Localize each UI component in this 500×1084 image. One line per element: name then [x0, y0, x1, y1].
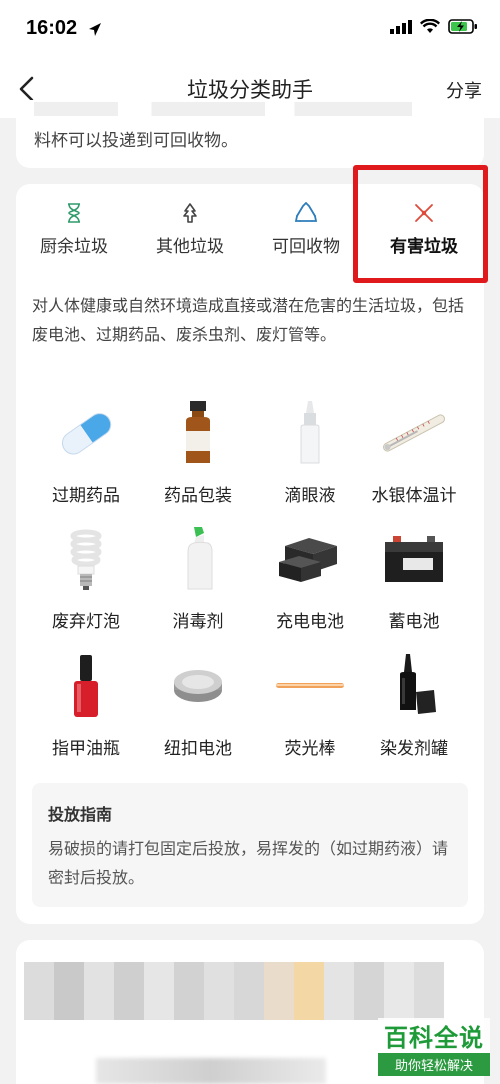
signal-icon	[390, 19, 412, 34]
recycle-outline-icon	[183, 203, 197, 223]
item-button-battery[interactable]: 纽扣电池	[140, 648, 256, 759]
item-hair-dye-can[interactable]: 染发剂罐	[356, 648, 472, 759]
item-label: 荧光棒	[284, 739, 336, 759]
previous-card-text: 料杯可以投递到可回收物。	[34, 131, 238, 151]
status-bar: 16:02	[0, 0, 500, 60]
tab-kitchen-waste[interactable]: 厨余垃圾	[16, 202, 132, 272]
guide-text: 易破损的请打包固定后投放，易挥发的（如过期药液）请密封后投放。	[48, 839, 449, 887]
disposal-guide: 投放指南 易破损的请打包固定后投放，易挥发的（如过期药液）请密封后投放。	[32, 783, 468, 907]
item-label: 药品包装	[164, 486, 232, 506]
item-label: 水银体温计	[371, 486, 457, 506]
wifi-icon	[420, 19, 440, 33]
previous-result-card: 料杯可以投递到可回收物。	[16, 100, 484, 168]
eye-drop-bottle-icon	[300, 401, 320, 464]
item-expired-medicine[interactable]: 过期药品	[28, 395, 144, 506]
item-mercury-thermometer[interactable]: 水银体温计	[356, 395, 472, 506]
category-description: 对人体健康或自然环境造成直接或潜在危害的生活垃圾，包括废电池、过期药品、废杀虫剂…	[32, 296, 465, 344]
capsule-icon	[61, 413, 112, 455]
watermark-logo: 百科全说 助你轻松解决	[378, 1018, 490, 1076]
disinfectant-bottle-icon	[187, 527, 213, 590]
item-label: 蓄电池	[388, 612, 440, 632]
item-label: 染发剂罐	[380, 739, 448, 759]
recycle-triangle-icon	[294, 202, 318, 222]
status-time: 16:02	[26, 17, 78, 39]
tab-label: 可回收物	[272, 237, 340, 257]
faded-text	[34, 102, 454, 116]
item-label: 滴眼液	[284, 486, 336, 506]
watermark-subtitle: 助你轻松解决	[378, 1053, 490, 1076]
watermark-title: 百科全说	[378, 1018, 490, 1053]
medicine-bottle-icon	[186, 401, 210, 463]
item-nail-polish[interactable]: 指甲油瓶	[28, 648, 144, 759]
coin-battery-icon	[174, 670, 222, 702]
item-label: 充电电池	[276, 612, 344, 632]
thermometer-icon	[383, 414, 445, 452]
item-disinfectant[interactable]: 消毒剂	[140, 521, 256, 632]
tab-recyclable[interactable]: 可回收物	[248, 202, 364, 272]
item-waste-bulb[interactable]: 废弃灯泡	[28, 521, 144, 632]
item-eye-drops[interactable]: 滴眼液	[252, 395, 368, 506]
battery-pack-icon	[279, 538, 337, 582]
tab-other-waste[interactable]: 其他垃圾	[132, 202, 248, 272]
item-label: 消毒剂	[172, 612, 224, 632]
tab-label: 厨余垃圾	[40, 237, 108, 257]
item-label: 纽扣电池	[164, 739, 232, 759]
cfl-bulb-icon	[70, 529, 102, 590]
hourglass-icon	[68, 203, 80, 223]
item-rechargeable-battery[interactable]: 充电电池	[252, 521, 368, 632]
item-label: 指甲油瓶	[52, 739, 120, 759]
item-label: 过期药品	[52, 486, 120, 506]
blurred-content	[24, 962, 444, 1020]
nail-polish-icon	[74, 655, 98, 717]
item-storage-battery[interactable]: 蓄电池	[356, 521, 472, 632]
item-glow-stick[interactable]: 荧光棒	[252, 648, 368, 759]
guide-title: 投放指南	[48, 805, 113, 824]
glow-stick-icon	[276, 683, 344, 688]
status-indicators	[390, 19, 478, 34]
hair-dye-bottle-icon	[400, 654, 436, 714]
blurred-text	[96, 1058, 326, 1084]
item-label: 废弃灯泡	[52, 612, 120, 632]
location-arrow-icon	[89, 23, 101, 36]
tab-label: 其他垃圾	[156, 237, 224, 257]
item-medicine-packaging[interactable]: 药品包装	[140, 395, 256, 506]
battery-charging-icon	[448, 19, 477, 34]
car-battery-icon	[385, 536, 443, 582]
highlight-annotation	[353, 165, 488, 283]
